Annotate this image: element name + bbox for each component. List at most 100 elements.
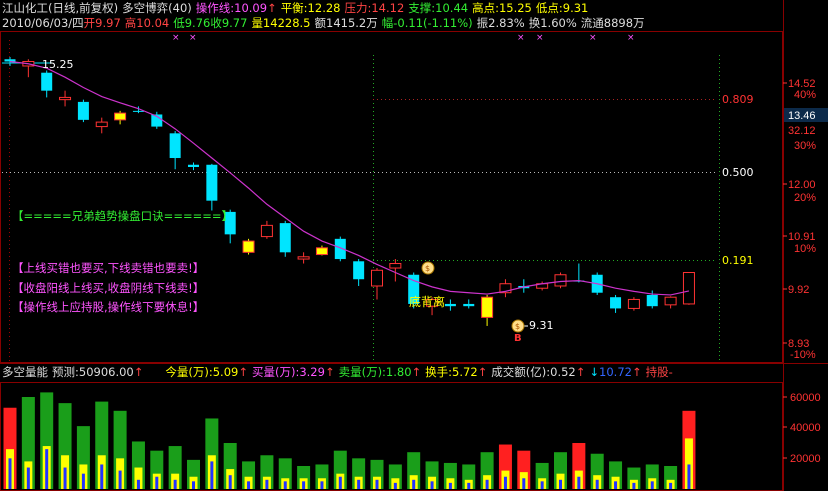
volume-indicator-name[interactable]: 多空量能: [2, 365, 48, 379]
quote-close: 收9.77: [210, 16, 248, 30]
volume-inner: [8, 458, 12, 489]
quote-amount: 额1415.2万: [314, 16, 378, 30]
volume-bar: [333, 450, 347, 489]
candle-body: [664, 296, 677, 306]
volume-bar: [554, 452, 567, 489]
candle: [41, 70, 53, 98]
candle-body: [279, 223, 291, 253]
indicator-name[interactable]: 多空博弈(40): [122, 1, 192, 15]
candle: [22, 59, 35, 78]
volume-bar: [205, 418, 219, 489]
candle-body: [389, 263, 402, 269]
quote-turnover: 换1.60%: [528, 16, 577, 30]
candle-body: [206, 164, 218, 201]
balance-value: 平衡:12.28: [280, 1, 341, 15]
high-point-value: 高点:15.25: [472, 1, 532, 15]
candle-body: [77, 101, 89, 120]
trade-amount-2: 10.72: [599, 365, 632, 379]
candle: [77, 99, 89, 123]
volume-inner: [412, 479, 416, 489]
tips-line-2: 【收盘阳线上线买,收盘阴线下线卖!】: [12, 281, 204, 295]
support-value: 支撑:10.44: [408, 1, 469, 15]
up-arrow: ↑: [631, 365, 642, 379]
volume-inner: [192, 481, 195, 489]
volume-inner: [100, 464, 104, 489]
up-arrow: ↑: [238, 365, 248, 379]
candle-body: [481, 296, 494, 318]
volume-inner: [577, 476, 581, 489]
candle-body: [627, 298, 640, 309]
volume-inner: [650, 481, 654, 489]
candle: [682, 272, 695, 305]
volume-inner: [503, 476, 507, 489]
candle: [279, 220, 291, 257]
volume-bar: [498, 444, 512, 489]
volume-bar: [278, 458, 292, 489]
low-value-label: 9.31: [529, 319, 554, 332]
volume-inner: [669, 482, 673, 489]
volume-bar: [535, 462, 549, 489]
volume-bar: [150, 450, 164, 489]
axis-label-992: 9.92: [788, 284, 809, 296]
volume-inner: [26, 467, 30, 489]
axis-label-30pct: 30%: [794, 140, 816, 152]
fib-label-191: 0.191: [722, 254, 754, 267]
candle-body: [371, 269, 383, 287]
volume-inner: [430, 481, 434, 489]
candle: [371, 268, 383, 300]
candle-body: [169, 133, 181, 159]
signal-markers: × × × × × ×: [172, 33, 635, 43]
volume-bar: [388, 464, 402, 489]
volume-forecast: 预测:50906.00: [52, 365, 134, 379]
candle-body: [95, 121, 108, 128]
axis-label-1200: 12.00: [788, 179, 816, 191]
candle: [169, 131, 181, 170]
candle-body: [59, 96, 72, 101]
candle: [481, 294, 494, 326]
quote-header: 2010/06/03/四开9.97 高10.04 低9.76收9.77 量14228.…: [2, 16, 645, 31]
candle: [664, 296, 677, 309]
quote-float: 流通8898万: [580, 16, 645, 30]
volume-bar: [627, 467, 641, 489]
candle: [95, 117, 108, 134]
indicator-header: 江山化工(日线,前复权) 多空博弈(40) 操作线:10.09↑ 平衡:12.28 压力…: [2, 1, 588, 16]
volume-bar: [645, 464, 659, 489]
up-arrow: ↑: [411, 365, 422, 379]
stock-title[interactable]: 江山化工(日线,前复权): [2, 1, 118, 15]
tips-line-3: 【操作线上应持股,操作线下要休息!】: [12, 300, 204, 314]
volume-bar: [223, 443, 237, 489]
volume-bar: [517, 450, 531, 489]
volume-inner: [448, 482, 452, 489]
volume-bar: [443, 462, 457, 489]
axis-label-neg10pct: -10%: [790, 349, 816, 361]
up-arrow: ↑: [477, 365, 488, 379]
volume-bar: [168, 446, 182, 489]
volume-inner: [338, 476, 342, 489]
volume-header: 多空量能 预测:50906.00↑ 今量(万):5.09↑ 买量(万):3.29↑ 卖量…: [2, 365, 673, 380]
volume-inner: [485, 479, 489, 489]
trade-amount: 成交额(亿):0.52: [491, 365, 576, 379]
volume-inner: [63, 467, 67, 489]
low-point-value: 低点:9.31: [535, 1, 589, 15]
candle: [353, 259, 365, 286]
volume-inner: [118, 470, 122, 489]
up-arrow: ↑: [133, 365, 144, 379]
candle: [206, 163, 218, 211]
volume-bar: [187, 459, 200, 489]
candle-body: [610, 297, 622, 309]
candle-body: [463, 303, 475, 307]
candle-body: [41, 72, 53, 91]
strategy-tips: 【=====兄弟趋势操盘口诀======】 【上线买错也要买,下线卖错也要卖!】…: [12, 209, 233, 314]
volume-bar: [297, 466, 311, 489]
down-arrow: ↓: [589, 365, 600, 379]
signal-marker: ×: [517, 33, 525, 43]
volume-inner: [283, 481, 287, 489]
volume-inner: [357, 479, 361, 489]
candle-body: [260, 224, 273, 238]
volume-bar: [682, 410, 696, 489]
candle-body: [297, 256, 310, 260]
price-axis: 14.52 40% 13.46 32.12 30% 12.00 20% 10.9…: [783, 78, 828, 361]
chart-canvas[interactable]: 15.25 0.809 0.500 0.191 底背离 9.31 $ $ B 1…: [0, 0, 828, 491]
volume-bar: [21, 397, 35, 489]
volume-inner: [540, 481, 544, 489]
